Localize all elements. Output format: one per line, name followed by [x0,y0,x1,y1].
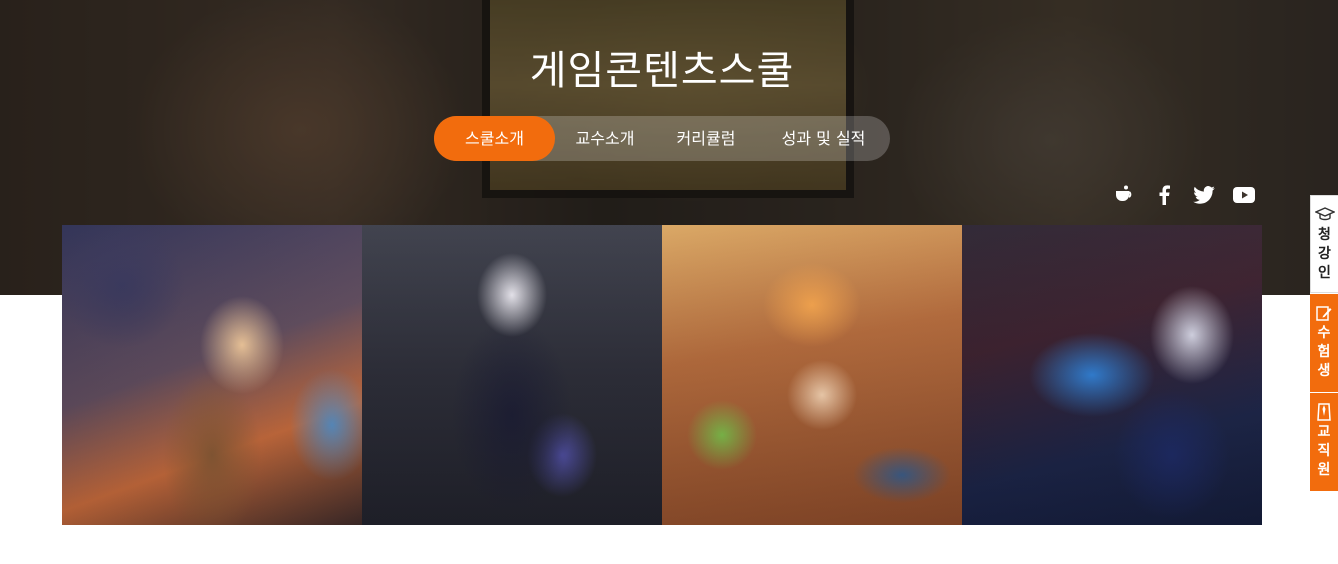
side-button-label: 교직원 [1317,424,1331,478]
facebook-icon[interactable] [1144,183,1184,207]
side-button-applicants[interactable]: 수험생 [1310,293,1338,392]
gallery-card-sci-fi-gunner[interactable] [962,225,1262,525]
tab-school-intro[interactable]: 스쿨소개 [434,116,555,161]
side-button-label: 청강인 [1318,227,1331,281]
tab-bar: 스쿨소개 교수소개 커리큘럼 성과 및 실적 [434,116,890,161]
notepad-pencil-icon [1316,304,1332,322]
quick-side-menu: 청강인 수험생 교직원 [1310,195,1338,491]
graduation-cap-icon [1314,206,1335,224]
suit-tie-icon [1316,403,1332,421]
social-links [1104,183,1264,207]
card-sheen [62,225,362,525]
card-sheen [962,225,1262,525]
tab-professors[interactable]: 교수소개 [555,116,655,161]
side-button-alumni[interactable]: 청강인 [1310,195,1338,293]
tab-achievements[interactable]: 성과 및 실적 [757,116,890,161]
twitter-icon[interactable] [1184,183,1224,207]
card-sheen [362,225,662,525]
gallery-card-cartoon-girl[interactable] [662,225,962,525]
character-gallery [62,225,1262,525]
page-title: 게임콘텐츠스쿨 [529,48,795,94]
tab-curriculum[interactable]: 커리큘럼 [655,116,757,161]
gallery-card-silver-hair-girl[interactable] [362,225,662,525]
card-sheen [662,225,962,525]
kakaostory-icon[interactable] [1104,183,1144,207]
side-button-staff[interactable]: 교직원 [1310,392,1338,491]
side-button-label: 수험생 [1317,325,1331,379]
youtube-icon[interactable] [1224,183,1264,207]
gallery-card-warrior-girl[interactable] [62,225,362,525]
